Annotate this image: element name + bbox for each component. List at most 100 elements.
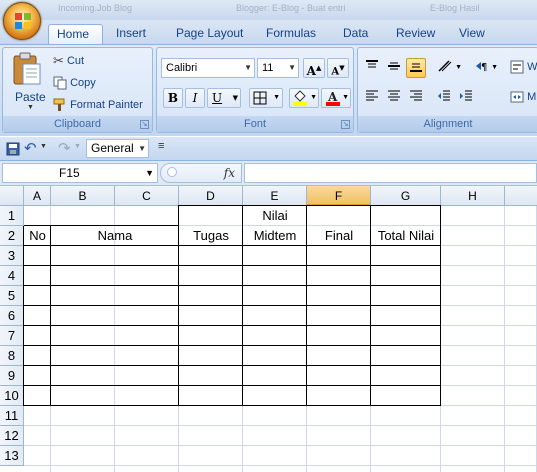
row-header[interactable]: 11 xyxy=(0,406,24,426)
chevron-down-icon: ▼ xyxy=(310,94,317,101)
shrink-font-button[interactable]: A▼ xyxy=(327,58,349,78)
select-all-corner[interactable] xyxy=(0,186,24,206)
font-size-value: 11 xyxy=(262,62,274,74)
cell-a2[interactable]: No xyxy=(24,226,51,246)
bottom-align-button[interactable] xyxy=(406,58,426,78)
column-header-e[interactable]: E xyxy=(243,186,307,206)
highlight-swatch xyxy=(293,102,307,106)
row-header[interactable]: 5 xyxy=(0,286,24,306)
chevron-down-icon: ▼ xyxy=(288,63,296,72)
column-header-c[interactable]: C xyxy=(115,186,179,206)
redo-icon[interactable]: ↷ xyxy=(58,139,71,157)
table-border xyxy=(23,305,441,306)
number-format-combo[interactable]: General ▼ xyxy=(86,139,149,158)
align-right-button[interactable] xyxy=(406,88,426,108)
worksheet-grid[interactable]: A B C D E F G H 1 2 3 4 5 6 7 8 9 10 11 … xyxy=(0,186,537,472)
underline-button[interactable]: U ▼ xyxy=(207,88,241,108)
increase-indent-icon xyxy=(460,90,472,101)
cell-g2[interactable]: Total Nilai xyxy=(371,226,441,246)
row-header[interactable]: 8 xyxy=(0,346,24,366)
clipboard-launcher-icon[interactable]: ↘ xyxy=(140,120,149,129)
alignment-group: ▼ ¶ ▼ W M Alignment xyxy=(357,47,537,133)
row-header[interactable]: 7 xyxy=(0,326,24,346)
column-header-h[interactable]: H xyxy=(441,186,505,206)
fill-color-button[interactable]: ▼ xyxy=(289,88,319,108)
chevron-down-icon[interactable]: ▼ xyxy=(40,143,47,150)
grow-font-button[interactable]: A▲ xyxy=(303,58,325,78)
copy-button[interactable]: Copy xyxy=(53,74,96,92)
text-direction-button[interactable]: ¶ ▼ xyxy=(470,58,500,78)
font-size-combo[interactable]: 11 ▼ xyxy=(257,58,299,78)
row-header[interactable]: 9 xyxy=(0,366,24,386)
font-launcher-icon[interactable]: ↘ xyxy=(341,120,350,129)
chevron-down-icon: ▼ xyxy=(273,94,280,101)
splitter-handle-icon[interactable] xyxy=(167,167,177,177)
table-border xyxy=(23,285,441,286)
formula-controls: fx xyxy=(160,163,242,183)
cell-b2[interactable]: Nama xyxy=(51,226,179,246)
align-left-button[interactable] xyxy=(362,88,382,108)
paste-dropdown-icon[interactable]: ▼ xyxy=(27,104,34,111)
table-border xyxy=(23,345,441,346)
row-header[interactable]: 13 xyxy=(0,446,24,466)
row-header[interactable]: 3 xyxy=(0,246,24,266)
cell-e1[interactable]: Nilai xyxy=(243,206,307,226)
ribbon-tabs: Home Insert Page Layout Formulas Data Re… xyxy=(0,20,537,45)
save-icon[interactable] xyxy=(6,142,20,156)
top-align-button[interactable] xyxy=(362,58,382,78)
tab-home[interactable]: Home xyxy=(48,24,103,45)
chevron-down-icon[interactable]: ▼ xyxy=(74,143,81,150)
italic-button[interactable]: I xyxy=(185,88,205,108)
copy-icon xyxy=(53,76,67,90)
row-header[interactable]: 1 xyxy=(0,206,24,226)
middle-align-button[interactable] xyxy=(384,58,404,78)
insert-function-icon[interactable]: fx xyxy=(224,166,235,180)
formula-input[interactable] xyxy=(244,163,537,183)
tab-view[interactable]: View xyxy=(451,24,493,45)
cell-d2[interactable]: Tugas xyxy=(179,226,243,246)
tab-page-layout[interactable]: Page Layout xyxy=(168,24,251,45)
bold-button[interactable]: B xyxy=(163,88,183,108)
column-header-d[interactable]: D xyxy=(179,186,243,206)
underline-icon: U xyxy=(212,91,223,105)
row-header[interactable]: 6 xyxy=(0,306,24,326)
align-center-button[interactable] xyxy=(384,88,404,108)
table-border xyxy=(178,205,441,206)
increase-indent-button[interactable] xyxy=(456,88,476,108)
column-header-g[interactable]: G xyxy=(371,186,441,206)
wrap-text-button[interactable]: W xyxy=(510,58,537,76)
cut-button[interactable]: ✂ Cut xyxy=(53,52,84,70)
tab-insert[interactable]: Insert xyxy=(108,24,154,45)
column-header-b[interactable]: B xyxy=(51,186,115,206)
row-header[interactable]: 10 xyxy=(0,386,24,406)
column-header-next[interactable] xyxy=(505,186,537,206)
cell-e2[interactable]: Midtem xyxy=(243,226,307,246)
column-header-a[interactable]: A xyxy=(24,186,51,206)
font-color-glyph: A xyxy=(327,90,338,104)
borders-button[interactable]: ▼ xyxy=(249,88,283,108)
row-header[interactable]: 12 xyxy=(0,426,24,446)
row-header[interactable]: 2 xyxy=(0,226,24,246)
orientation-button[interactable]: ▼ xyxy=(434,58,464,78)
font-color-button[interactable]: A ▼ xyxy=(321,88,351,108)
decrease-indent-button[interactable] xyxy=(434,88,454,108)
merge-center-button[interactable]: M xyxy=(510,88,536,106)
title-bar: Incoming.Job Blog Blogger: E‑Blog ‑ Buat… xyxy=(0,0,537,22)
row-header[interactable]: 4 xyxy=(0,266,24,286)
bottom-align-icon xyxy=(410,63,422,72)
paste-button[interactable]: Paste ▼ xyxy=(9,52,46,112)
column-header-f[interactable]: F xyxy=(307,186,371,206)
customize-qat-icon[interactable]: ≡ xyxy=(158,140,164,152)
format-painter-button[interactable]: Format Painter xyxy=(53,96,143,114)
copy-label: Copy xyxy=(70,77,96,89)
align-center-icon xyxy=(388,90,400,101)
tab-data[interactable]: Data xyxy=(335,24,376,45)
name-box[interactable]: F15 ▼ xyxy=(2,163,158,183)
tab-formulas[interactable]: Formulas xyxy=(258,24,324,45)
tab-review[interactable]: Review xyxy=(388,24,443,45)
undo-icon[interactable]: ↶ xyxy=(24,139,37,157)
office-button[interactable] xyxy=(3,2,41,40)
top-align-icon xyxy=(366,60,378,68)
cell-f2[interactable]: Final xyxy=(307,226,371,246)
font-name-combo[interactable]: Calibri ▼ xyxy=(161,58,255,78)
